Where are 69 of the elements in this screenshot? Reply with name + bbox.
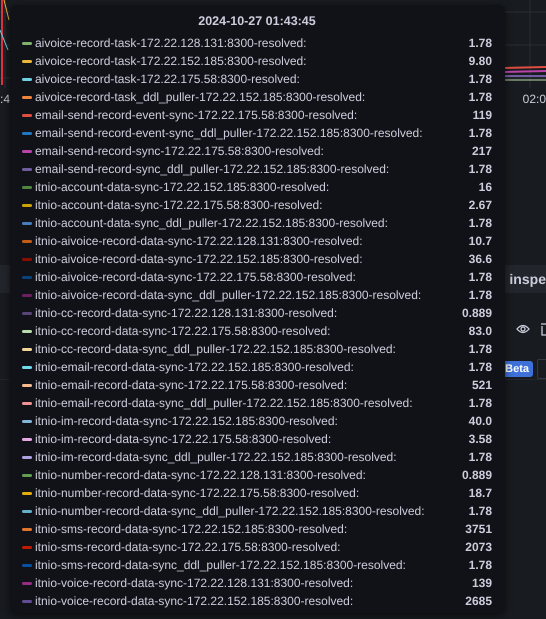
series-name: email-send-record-event-sync-172.22.175.58:8300-resolved: — [35, 108, 358, 122]
series-name: email-send-record-sync_ddl_puller-172.22.152.185:8300-resolved: — [35, 162, 390, 176]
series-name: itnio-sms-record-data-sync-172.22.175.58:8300-resolved: — [35, 540, 342, 554]
series-value: 83.0 — [468, 324, 492, 338]
tooltip-timestamp: 2024-10-27 01:43:45 — [198, 13, 316, 30]
series-value: 10.7 — [468, 234, 492, 248]
series-value: 119 — [472, 108, 492, 122]
series-name: itnio-email-record-data-sync_ddl_puller-172.22.152.185:8300-resolved: — [35, 396, 414, 410]
series-value: 1.78 — [468, 558, 492, 572]
series-name: itnio-account-data-sync_ddl_puller-172.22.152.185:8300-resolved: — [35, 216, 389, 230]
series-value: 2.67 — [468, 198, 492, 212]
axis-label: :4 — [0, 92, 10, 106]
series-name: aivoice-record-task-172.22.152.185:8300-resolved: — [35, 54, 308, 68]
series-value: 9.80 — [468, 54, 492, 68]
series-value: 1.78 — [468, 72, 492, 86]
series-value: 0.889 — [462, 468, 492, 482]
series-value: 1.78 — [468, 450, 492, 464]
series-name: itnio-sms-record-data-sync_ddl_puller-172.22.152.185:8300-resolved: — [35, 558, 407, 572]
series-value: 1.78 — [468, 342, 492, 356]
series-value: 2073 — [465, 540, 492, 554]
series-value: 521 — [472, 378, 492, 392]
series-value: 40.0 — [468, 414, 492, 428]
series-value: 36.6 — [468, 252, 492, 266]
series-value: 1.78 — [468, 216, 492, 230]
series-name: aivoice-record-task_ddl_puller-172.22.152.185:8300-resolved: — [35, 90, 366, 104]
series-name: itnio-number-record-data-sync-172.22.175.58:8300-resolved: — [35, 486, 360, 500]
series-value: 3.58 — [468, 432, 492, 446]
series-name: itnio-account-data-sync-172.22.175.58:8300-resolved: — [35, 198, 324, 212]
axis-label: 02:0 — [522, 92, 546, 106]
series-value: 1.78 — [468, 288, 492, 302]
series-name: itnio-sms-record-data-sync-172.22.152.185:8300-resolved: — [35, 522, 348, 536]
series-name: aivoice-record-task-172.22.128.131:8300-resolved: — [35, 36, 308, 50]
series-value: 0.889 — [462, 306, 492, 320]
series-value: 1.78 — [468, 504, 492, 518]
series-value: 16 — [478, 180, 492, 194]
series-name: itnio-email-record-data-sync-172.22.152.185:8300-resolved: — [35, 360, 355, 374]
series-name: itnio-voice-record-data-sync-172.22.128.131:8300-resolved: — [35, 576, 354, 590]
series-value: 1.78 — [468, 36, 492, 50]
series-name: itnio-aivoice-record-data-sync_ddl_puller-172.22.152.185:8300-resolved: — [35, 288, 422, 302]
series-value: 1.78 — [468, 90, 492, 104]
series-value: 1.78 — [468, 396, 492, 410]
series-name: itnio-cc-record-data-sync-172.22.128.131:8300-resolved: — [35, 306, 338, 320]
series-name: itnio-aivoice-record-data-sync-172.22.175.58:8300-resolved: — [35, 270, 357, 284]
series-name: itnio-number-record-data-sync-172.22.128.131:8300-resolved: — [35, 468, 367, 482]
series-value: 1.78 — [468, 162, 492, 176]
series-value: 139 — [472, 576, 492, 590]
eye-icon[interactable] — [516, 324, 530, 334]
series-value: 217 — [472, 144, 492, 158]
panel-title: inspe — [509, 271, 546, 287]
series-name: itnio-account-data-sync-172.22.152.185:8300-resolved: — [35, 180, 330, 194]
series-name: itnio-email-record-data-sync-172.22.175.58:8300-resolved: — [35, 378, 348, 392]
series-value: 1.78 — [468, 360, 492, 374]
series-value: 1.78 — [468, 270, 492, 284]
series-name: itnio-aivoice-record-data-sync-172.22.152.185:8300-resolved: — [35, 252, 364, 266]
series-name: email-send-record-event-sync_ddl_puller-172.22.152.185:8300-resolved: — [35, 126, 424, 140]
series-name: itnio-im-record-data-sync_ddl_puller-172.22.152.185:8300-resolved: — [35, 450, 398, 464]
series-name: itnio-cc-record-data-sync_ddl_puller-172.22.152.185:8300-resolved: — [35, 342, 397, 356]
series-name: itnio-cc-record-data-sync-172.22.175.58:8300-resolved: — [35, 324, 332, 338]
series-value: 2685 — [465, 594, 492, 608]
series-value: 1.78 — [468, 126, 492, 140]
series-value: 18.7 — [468, 486, 492, 500]
series-name: itnio-im-record-data-sync-172.22.152.185:8300-resolved: — [35, 414, 339, 428]
series-name: itnio-im-record-data-sync-172.22.175.58:8300-resolved: — [35, 432, 332, 446]
series-name: aivoice-record-task-172.22.175.58:8300-resolved: — [35, 72, 301, 86]
series-name: itnio-aivoice-record-data-sync-172.22.128.131:8300-resolved: — [35, 234, 364, 248]
series-name: itnio-number-record-data-sync_ddl_puller-172.22.152.185:8300-resolved: — [35, 504, 426, 518]
series-name: itnio-voice-record-data-sync-172.22.152.185:8300-resolved: — [35, 594, 354, 608]
series-value: 3751 — [465, 522, 492, 536]
series-name: email-send-record-sync-172.22.175.58:8300-resolved: — [35, 144, 325, 158]
